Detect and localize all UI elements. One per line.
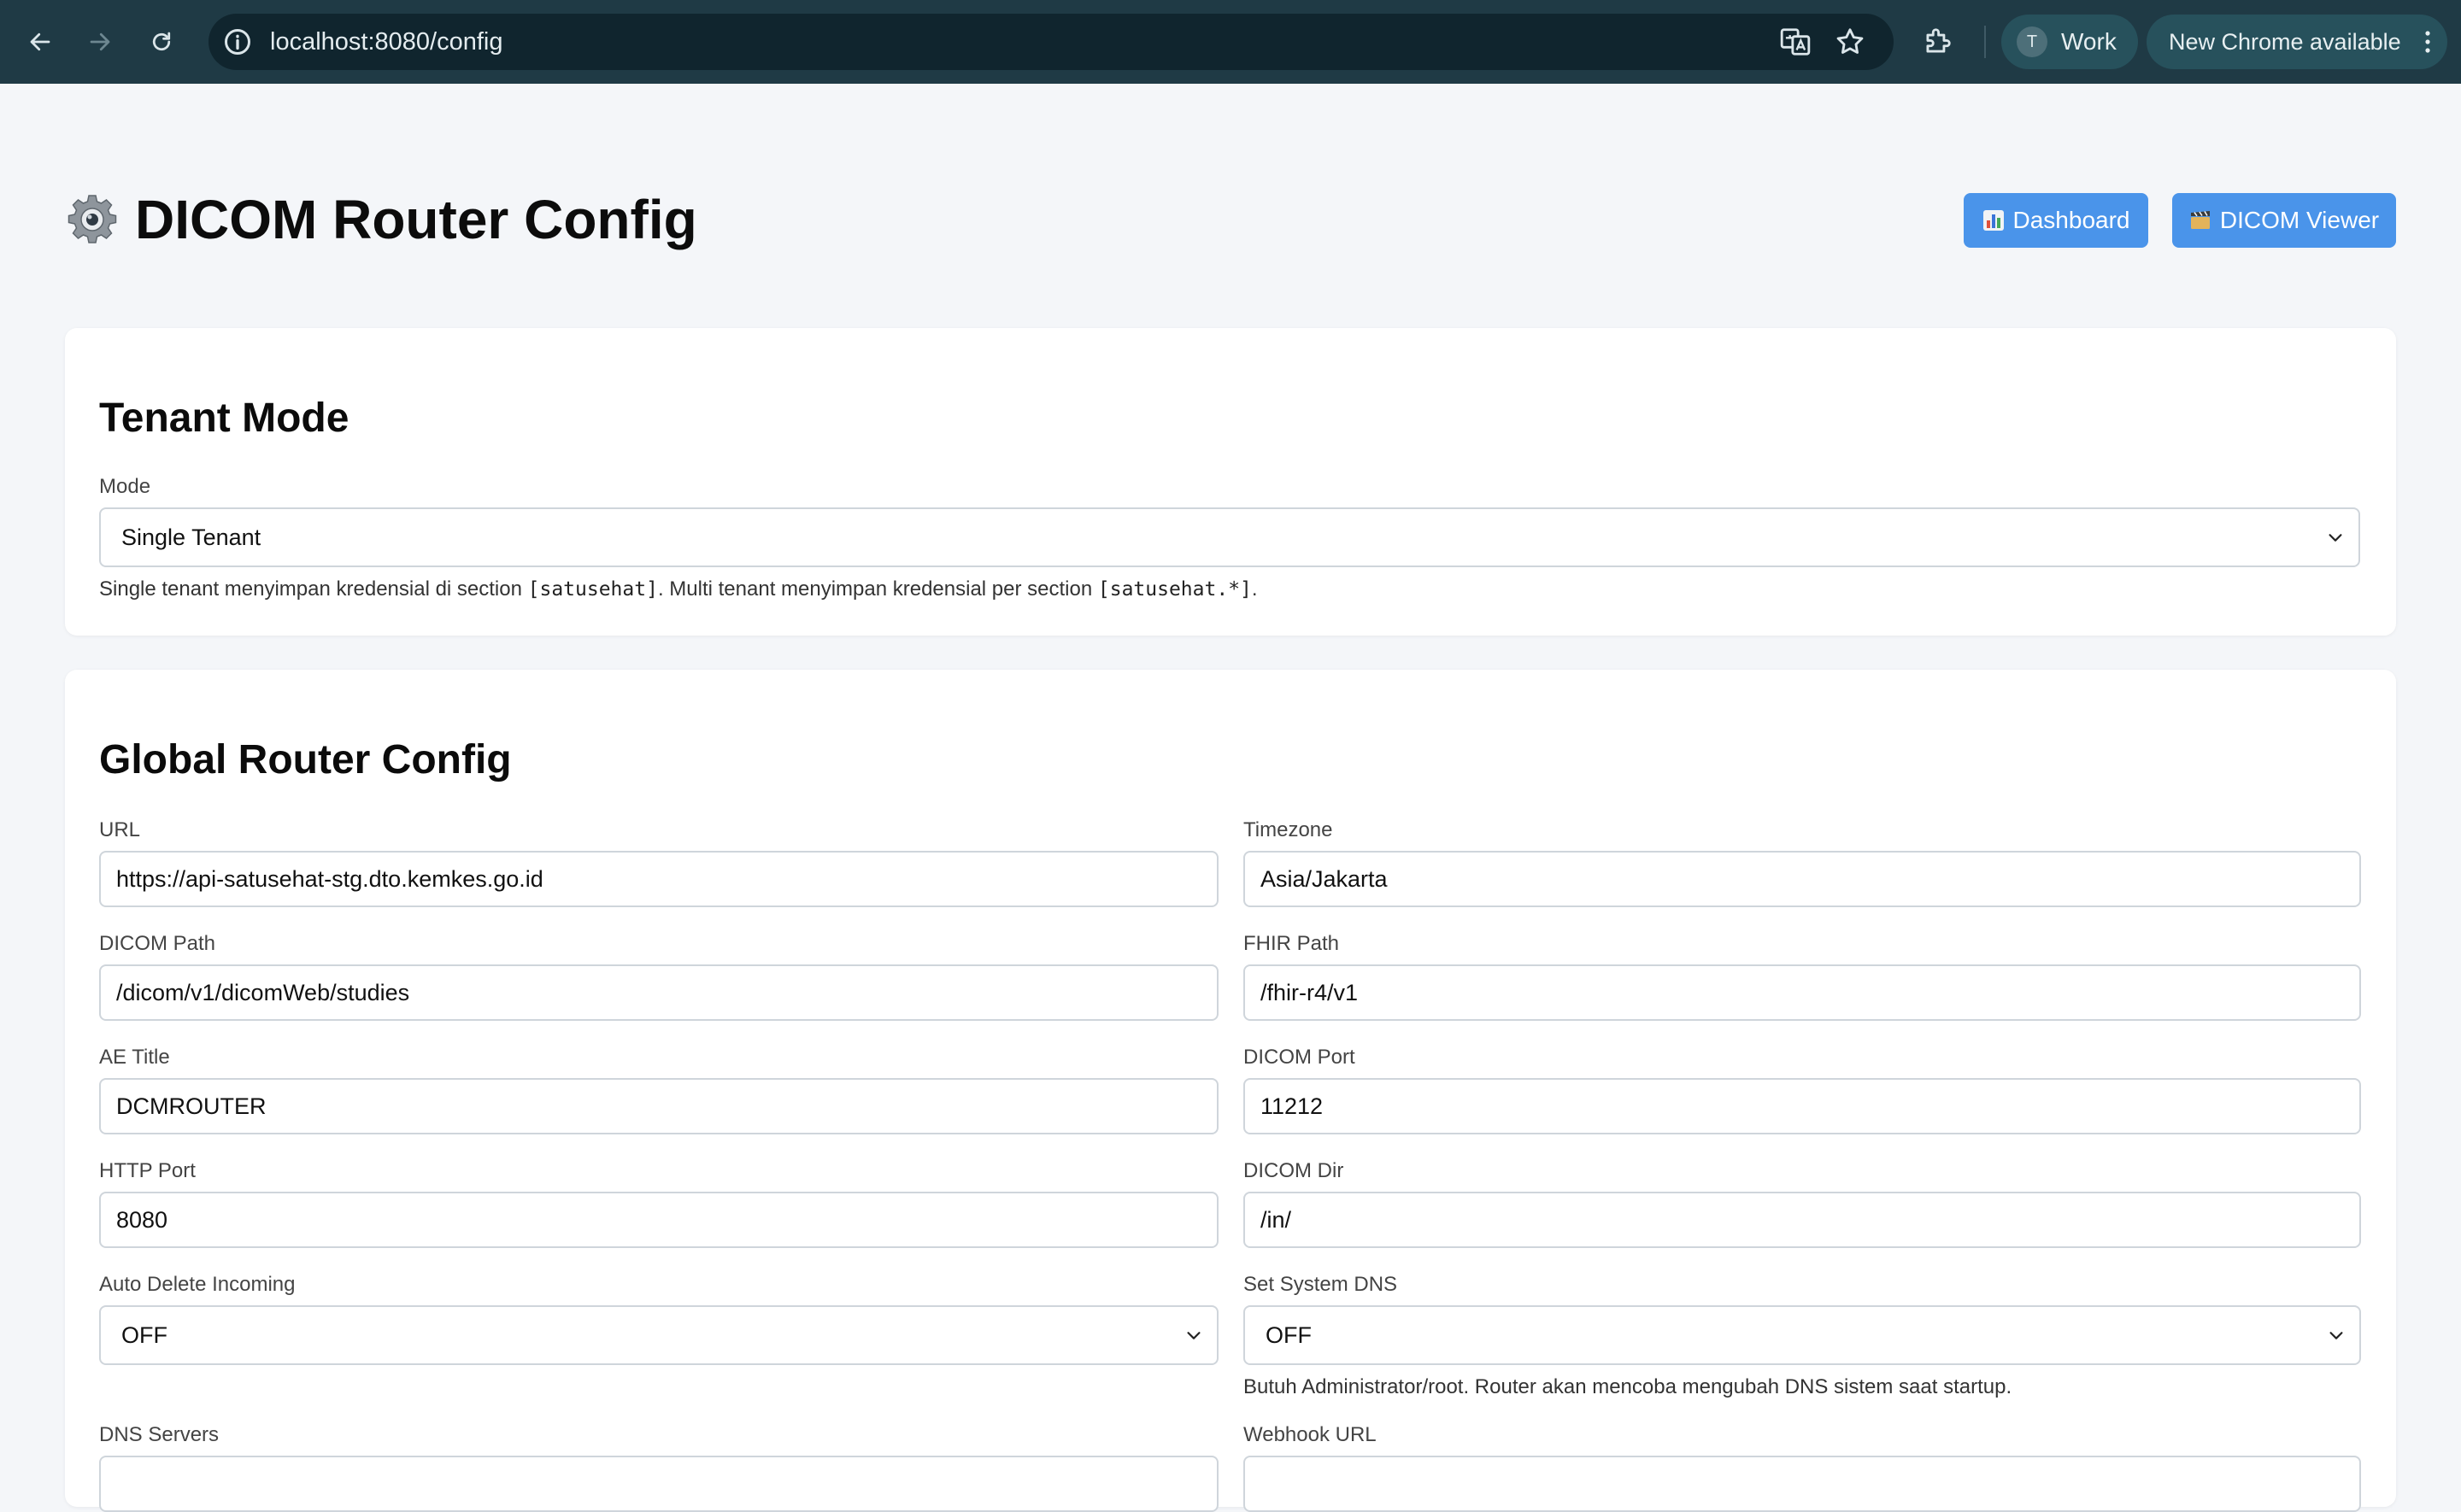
toolbar-divider [1984,26,1986,58]
reload-button[interactable] [142,22,181,62]
http-port-label: HTTP Port [99,1159,196,1182]
tenant-mode-value: Single Tenant [121,524,261,550]
page-header: DICOM Router Config Dashboard DICOM View… [65,171,2396,273]
global-router-config-card: Global Router Config URL https://api-sat… [65,670,2396,1512]
dashboard-button-label: Dashboard [2012,207,2130,233]
profile-button[interactable]: T Work [2001,15,2138,69]
dashboard-button[interactable]: Dashboard [1964,193,2148,248]
auto-delete-value: OFF [121,1322,167,1348]
extensions-puzzle-icon[interactable] [1921,26,1953,58]
url-label: URL [99,818,141,841]
profile-avatar: T [2017,26,2047,57]
dicom-viewer-button-label: DICOM Viewer [2219,207,2380,233]
tenant-mode-card: Tenant Mode Mode Single Tenant Single te… [65,328,2396,636]
tenant-mode-help: Single tenant menyimpan kredensial di se… [99,577,1258,601]
system-dns-help: Butuh Administrator/root. Router akan me… [1243,1375,2012,1398]
dicom-path-input[interactable]: /dicom/v1/dicomWeb/studies [99,964,1219,1021]
translate-icon[interactable] [1779,26,1812,58]
address-url[interactable]: localhost:8080/config [270,14,502,70]
global-router-heading: Global Router Config [99,737,512,782]
tenant-help-code-1: [satusehat] [527,578,658,601]
forward-button[interactable] [80,22,120,62]
dns-servers-input[interactable] [99,1456,1219,1512]
gear-icon [68,195,117,243]
bar-chart-icon [1982,210,2004,231]
url-input[interactable]: https://api-satusehat-stg.dto.kemkes.go.… [99,851,1219,907]
webhook-url-input[interactable] [1243,1456,2361,1512]
tenant-help-text-2: . Multi tenant menyimpan kredensial per … [657,577,1098,601]
http-port-input[interactable]: 8080 [99,1192,1219,1248]
dns-servers-label: DNS Servers [99,1423,220,1446]
system-dns-label: Set System DNS [1243,1273,1398,1296]
timezone-input[interactable]: Asia/Jakarta [1243,851,2361,907]
ae-title-input[interactable]: DCMROUTER [99,1078,1219,1134]
more-vertical-icon[interactable] [2423,30,2432,54]
fhir-path-label: FHIR Path [1243,932,1340,955]
dicom-port-label: DICOM Port [1243,1046,1355,1069]
ae-title-label: AE Title [99,1046,170,1069]
site-info-icon[interactable] [222,26,253,57]
dicom-viewer-button[interactable]: DICOM Viewer [2172,193,2396,248]
profile-name: Work [2061,28,2117,55]
arrow-left-icon [30,32,50,51]
tenant-help-text-3: . [1251,577,1258,601]
tenant-help-code-2: [satusehat.*] [1097,578,1252,601]
timezone-label: Timezone [1243,818,1333,841]
tenant-mode-heading: Tenant Mode [99,396,349,441]
bookmark-star-icon[interactable] [1834,26,1866,58]
browser-toolbar: localhost:8080/config T Work New Chrome … [0,0,2461,84]
auto-delete-label: Auto Delete Incoming [99,1273,296,1296]
tenant-help-text-1: Single tenant menyimpan kredensial di se… [99,577,528,601]
dicom-dir-label: DICOM Dir [1243,1159,1344,1182]
chevron-down-icon [2329,534,2342,542]
chevron-down-icon [1187,1332,1201,1339]
system-dns-select[interactable]: OFF [1243,1305,2361,1365]
reload-icon [152,32,171,51]
system-dns-value: OFF [1266,1322,1312,1348]
arrow-right-icon [90,32,110,51]
dicom-dir-input[interactable]: /in/ [1243,1192,2361,1248]
clapperboard-icon [2190,211,2210,229]
update-chrome-button[interactable]: New Chrome available [2147,15,2447,69]
webhook-url-label: Webhook URL [1243,1423,1377,1446]
chevron-down-icon [2329,1332,2343,1339]
title-group: DICOM Router Config [65,188,697,251]
mode-label: Mode [99,475,151,498]
auto-delete-select[interactable]: OFF [99,1305,1219,1365]
dicom-path-label: DICOM Path [99,932,216,955]
dicom-port-input[interactable]: 11212 [1243,1078,2361,1134]
fhir-path-input[interactable]: /fhir-r4/v1 [1243,964,2361,1021]
back-button[interactable] [21,22,60,62]
page-title: DICOM Router Config [135,189,697,250]
tenant-mode-select[interactable]: Single Tenant [99,507,2360,567]
update-label: New Chrome available [2169,28,2401,55]
address-bar[interactable]: localhost:8080/config [209,14,1894,70]
